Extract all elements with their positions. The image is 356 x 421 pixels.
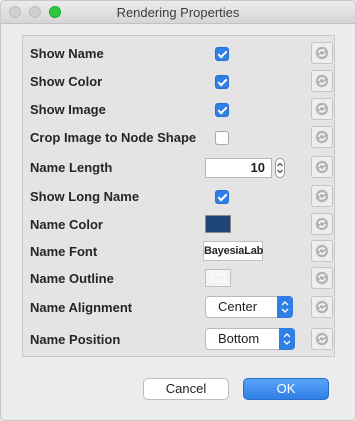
row-name-alignment: Name Alignment Center (30, 296, 333, 320)
name-font-preview-button[interactable]: BayesiaLab (203, 241, 263, 261)
show-name-label: Show Name (30, 46, 104, 61)
show-long-name-checkbox[interactable] (215, 190, 229, 204)
name-alignment-label: Name Alignment (30, 300, 133, 315)
reset-name-font-button[interactable] (311, 240, 333, 262)
reset-name-outline-button[interactable] (311, 267, 333, 289)
row-show-long-name: Show Long Name (30, 185, 333, 209)
chevron-updown-icon (277, 296, 293, 318)
row-show-color: Show Color (30, 70, 333, 94)
reset-name-color-button[interactable] (311, 213, 333, 235)
reset-show-name-button[interactable] (311, 42, 333, 64)
window-title: Rendering Properties (116, 5, 240, 20)
chevron-updown-icon (279, 328, 295, 350)
row-crop-image: Crop Image to Node Shape (30, 126, 333, 150)
name-color-label: Name Color (30, 217, 103, 232)
show-name-checkbox[interactable] (215, 47, 229, 61)
name-position-label: Name Position (30, 332, 121, 347)
cancel-button[interactable]: Cancel (143, 378, 229, 400)
reset-icon (315, 189, 329, 203)
name-font-label: Name Font (30, 244, 98, 259)
reset-icon (315, 300, 329, 314)
reset-icon (315, 271, 329, 285)
row-show-image: Show Image (30, 98, 333, 122)
show-color-checkbox[interactable] (215, 75, 229, 89)
reset-name-position-button[interactable] (311, 328, 333, 350)
reset-show-color-button[interactable] (311, 70, 333, 92)
name-length-input[interactable]: 10 (205, 158, 272, 178)
chevron-updown-icon (277, 162, 283, 174)
row-name-color: Name Color (30, 213, 333, 237)
show-color-label: Show Color (30, 74, 103, 89)
reset-show-long-name-button[interactable] (311, 185, 333, 207)
reset-icon (315, 217, 329, 231)
name-position-select[interactable]: Bottom (205, 328, 295, 350)
name-alignment-value: Center (218, 299, 258, 314)
reset-show-image-button[interactable] (311, 98, 333, 120)
show-image-checkbox[interactable] (215, 103, 229, 117)
show-long-name-label: Show Long Name (30, 189, 140, 204)
name-color-swatch[interactable] (205, 215, 231, 233)
properties-panel: Show Name Show Color Show Image Crop Ima… (22, 35, 335, 357)
ok-button[interactable]: OK (243, 378, 329, 400)
show-image-label: Show Image (30, 102, 106, 117)
reset-icon (315, 160, 329, 174)
title-bar: Rendering Properties (1, 1, 355, 24)
reset-crop-image-button[interactable] (311, 126, 333, 148)
rendering-properties-dialog: Rendering Properties Show Name Show Colo… (0, 0, 356, 421)
row-name-outline: Name Outline (30, 267, 333, 291)
reset-icon (315, 46, 329, 60)
name-length-stepper[interactable] (275, 158, 285, 178)
reset-icon (315, 244, 329, 258)
reset-icon (315, 130, 329, 144)
reset-name-length-button[interactable] (311, 156, 333, 178)
reset-icon (315, 74, 329, 88)
name-outline-swatch[interactable] (205, 269, 231, 287)
row-name-length: Name Length 10 (30, 156, 333, 180)
row-show-name: Show Name (30, 42, 333, 66)
name-position-value: Bottom (218, 331, 260, 346)
reset-icon (315, 102, 329, 116)
name-alignment-select[interactable]: Center (205, 296, 293, 318)
row-name-font: Name Font BayesiaLab (30, 240, 333, 264)
crop-image-label: Crop Image to Node Shape (30, 130, 197, 145)
crop-image-checkbox[interactable] (215, 131, 229, 145)
reset-icon (315, 332, 329, 346)
name-outline-label: Name Outline (30, 271, 114, 286)
row-name-position: Name Position Bottom (30, 328, 333, 352)
reset-name-alignment-button[interactable] (311, 296, 333, 318)
name-length-label: Name Length (30, 160, 113, 175)
